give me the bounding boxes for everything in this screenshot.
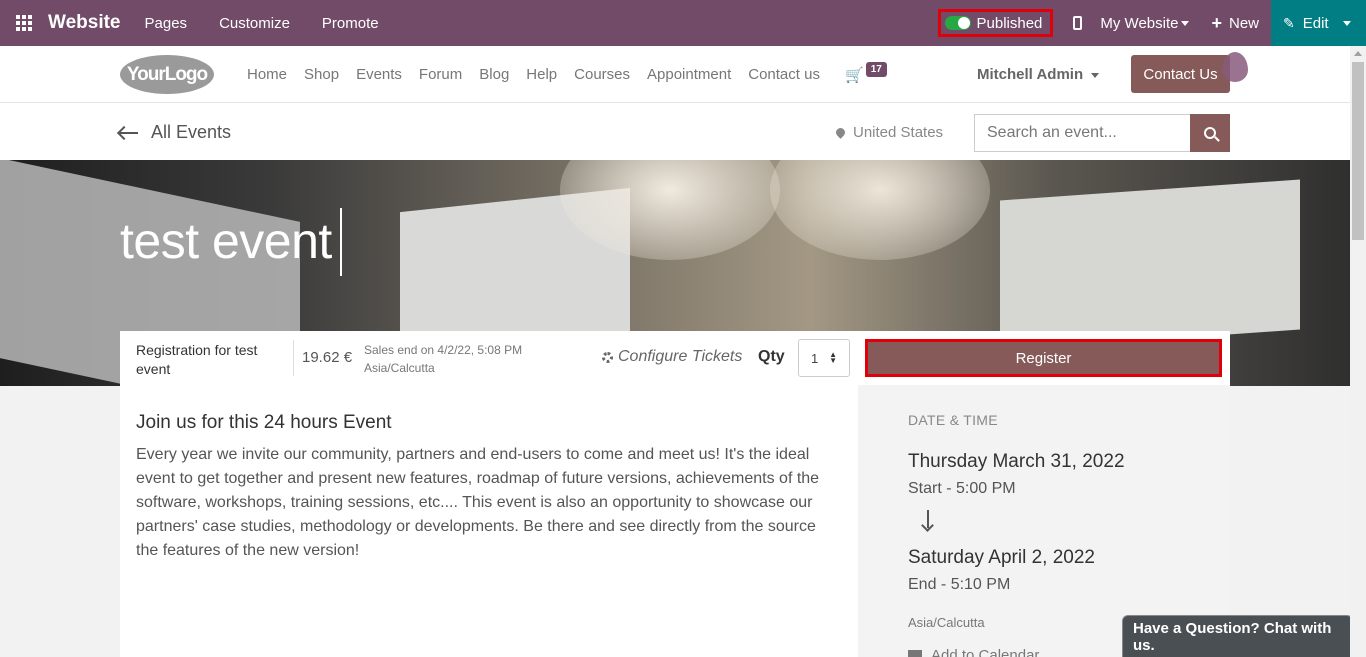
apps-menu-button[interactable] xyxy=(0,0,48,46)
end-time: End - 5:10 PM xyxy=(908,576,1011,593)
plus-icon: + xyxy=(1211,12,1222,33)
event-timezone: Asia/Calcutta xyxy=(908,615,985,630)
admin-topbar: Website Pages Customize Promote Publishe… xyxy=(0,0,1366,46)
new-button[interactable]: + New xyxy=(1211,13,1259,34)
nav-events[interactable]: Events xyxy=(356,66,402,83)
apps-grid-icon xyxy=(16,15,32,31)
location-filter[interactable]: United States xyxy=(834,124,943,141)
page-scrollbar[interactable] xyxy=(1350,46,1366,657)
caret-down-icon xyxy=(1181,21,1190,27)
sales-end-text: Sales end on 4/2/22, 5:08 PM xyxy=(364,343,523,357)
ticket-row: Registration for test event 19.62 € Sale… xyxy=(120,331,1230,385)
configure-tickets-link[interactable]: Configure Tickets xyxy=(602,348,742,366)
cart-link[interactable]: 🛒 17 xyxy=(845,62,887,84)
arrow-down-icon xyxy=(927,510,929,528)
select-arrows-icon: ▲ ▼ xyxy=(829,350,837,365)
ticket-sales-info: Sales end on 4/2/22, 5:08 PM Asia/Calcut… xyxy=(364,341,522,377)
qty-label: Qty xyxy=(758,348,785,365)
published-label: Published xyxy=(976,14,1043,32)
search-icon xyxy=(1204,127,1216,139)
caret-down-icon xyxy=(1091,72,1100,78)
toggle-icon xyxy=(944,16,971,30)
start-date: Thursday March 31, 2022 xyxy=(908,451,1125,472)
scrollbar-thumb[interactable] xyxy=(1352,62,1364,240)
menu-promote[interactable]: Promote xyxy=(322,15,379,32)
nav-appointment[interactable]: Appointment xyxy=(647,66,731,83)
nav-courses[interactable]: Courses xyxy=(574,66,630,83)
event-title[interactable]: test event xyxy=(120,212,332,270)
menu-customize[interactable]: Customize xyxy=(219,15,290,32)
nav-shop[interactable]: Shop xyxy=(304,66,339,83)
my-website-dropdown[interactable]: My Website xyxy=(1100,15,1190,32)
site-header: YourLogo Home Shop Events Forum Blog Hel… xyxy=(0,46,1350,103)
map-pin-icon xyxy=(834,126,847,139)
end-date: Saturday April 2, 2022 xyxy=(908,547,1095,568)
published-toggle[interactable]: Published xyxy=(937,9,1054,37)
start-time: Start - 5:00 PM xyxy=(908,480,1016,497)
add-to-calendar-link[interactable]: Add to Calendar xyxy=(908,647,1039,657)
pencil-icon: ✎ xyxy=(1283,14,1295,31)
nav-blog[interactable]: Blog xyxy=(479,66,509,83)
ticket-price: 19.62 € xyxy=(302,349,353,366)
events-subbar: All Events United States xyxy=(0,103,1350,160)
edit-button[interactable]: ✎ Edit xyxy=(1271,0,1366,46)
cart-count-badge: 17 xyxy=(865,62,887,77)
event-description: Join us for this 24 hours Event Every ye… xyxy=(120,385,858,657)
cart-icon: 🛒 xyxy=(845,67,864,84)
search-button[interactable] xyxy=(1190,114,1230,152)
nav-contact-us[interactable]: Contact us xyxy=(748,66,820,83)
nav-forum[interactable]: Forum xyxy=(419,66,462,83)
scroll-up-icon[interactable] xyxy=(1354,51,1362,56)
nav-home[interactable]: Home xyxy=(247,66,287,83)
qty-select[interactable]: 1 ▲ ▼ xyxy=(798,339,850,377)
register-button[interactable]: Register xyxy=(865,339,1222,377)
text-cursor xyxy=(340,208,342,276)
all-events-link[interactable]: All Events xyxy=(120,122,231,143)
mobile-preview-icon[interactable] xyxy=(1073,16,1083,30)
site-logo[interactable]: YourLogo xyxy=(120,55,214,94)
search-input[interactable] xyxy=(974,114,1190,152)
arrow-left-icon xyxy=(120,131,138,134)
ticket-timezone: Asia/Calcutta xyxy=(364,361,435,375)
nav-help[interactable]: Help xyxy=(526,66,557,83)
caret-down-icon[interactable] xyxy=(1342,20,1351,26)
app-brand[interactable]: Website xyxy=(48,12,121,34)
live-chat-button[interactable]: Have a Question? Chat with us. xyxy=(1122,615,1353,657)
description-title: Join us for this 24 hours Event xyxy=(136,412,392,433)
calendar-icon xyxy=(908,649,922,657)
gear-icon xyxy=(602,351,613,363)
user-menu[interactable]: Mitchell Admin xyxy=(977,66,1100,83)
menu-pages[interactable]: Pages xyxy=(145,15,188,32)
droplet-icon xyxy=(1222,52,1248,82)
contact-us-button[interactable]: Contact Us xyxy=(1131,55,1230,93)
main-nav: Home Shop Events Forum Blog Help Courses… xyxy=(247,66,837,83)
event-search xyxy=(974,114,1230,152)
ticket-name: Registration for test event xyxy=(136,342,258,377)
description-body: Every year we invite our community, part… xyxy=(136,446,820,559)
date-time-heading: DATE & TIME xyxy=(908,412,998,428)
